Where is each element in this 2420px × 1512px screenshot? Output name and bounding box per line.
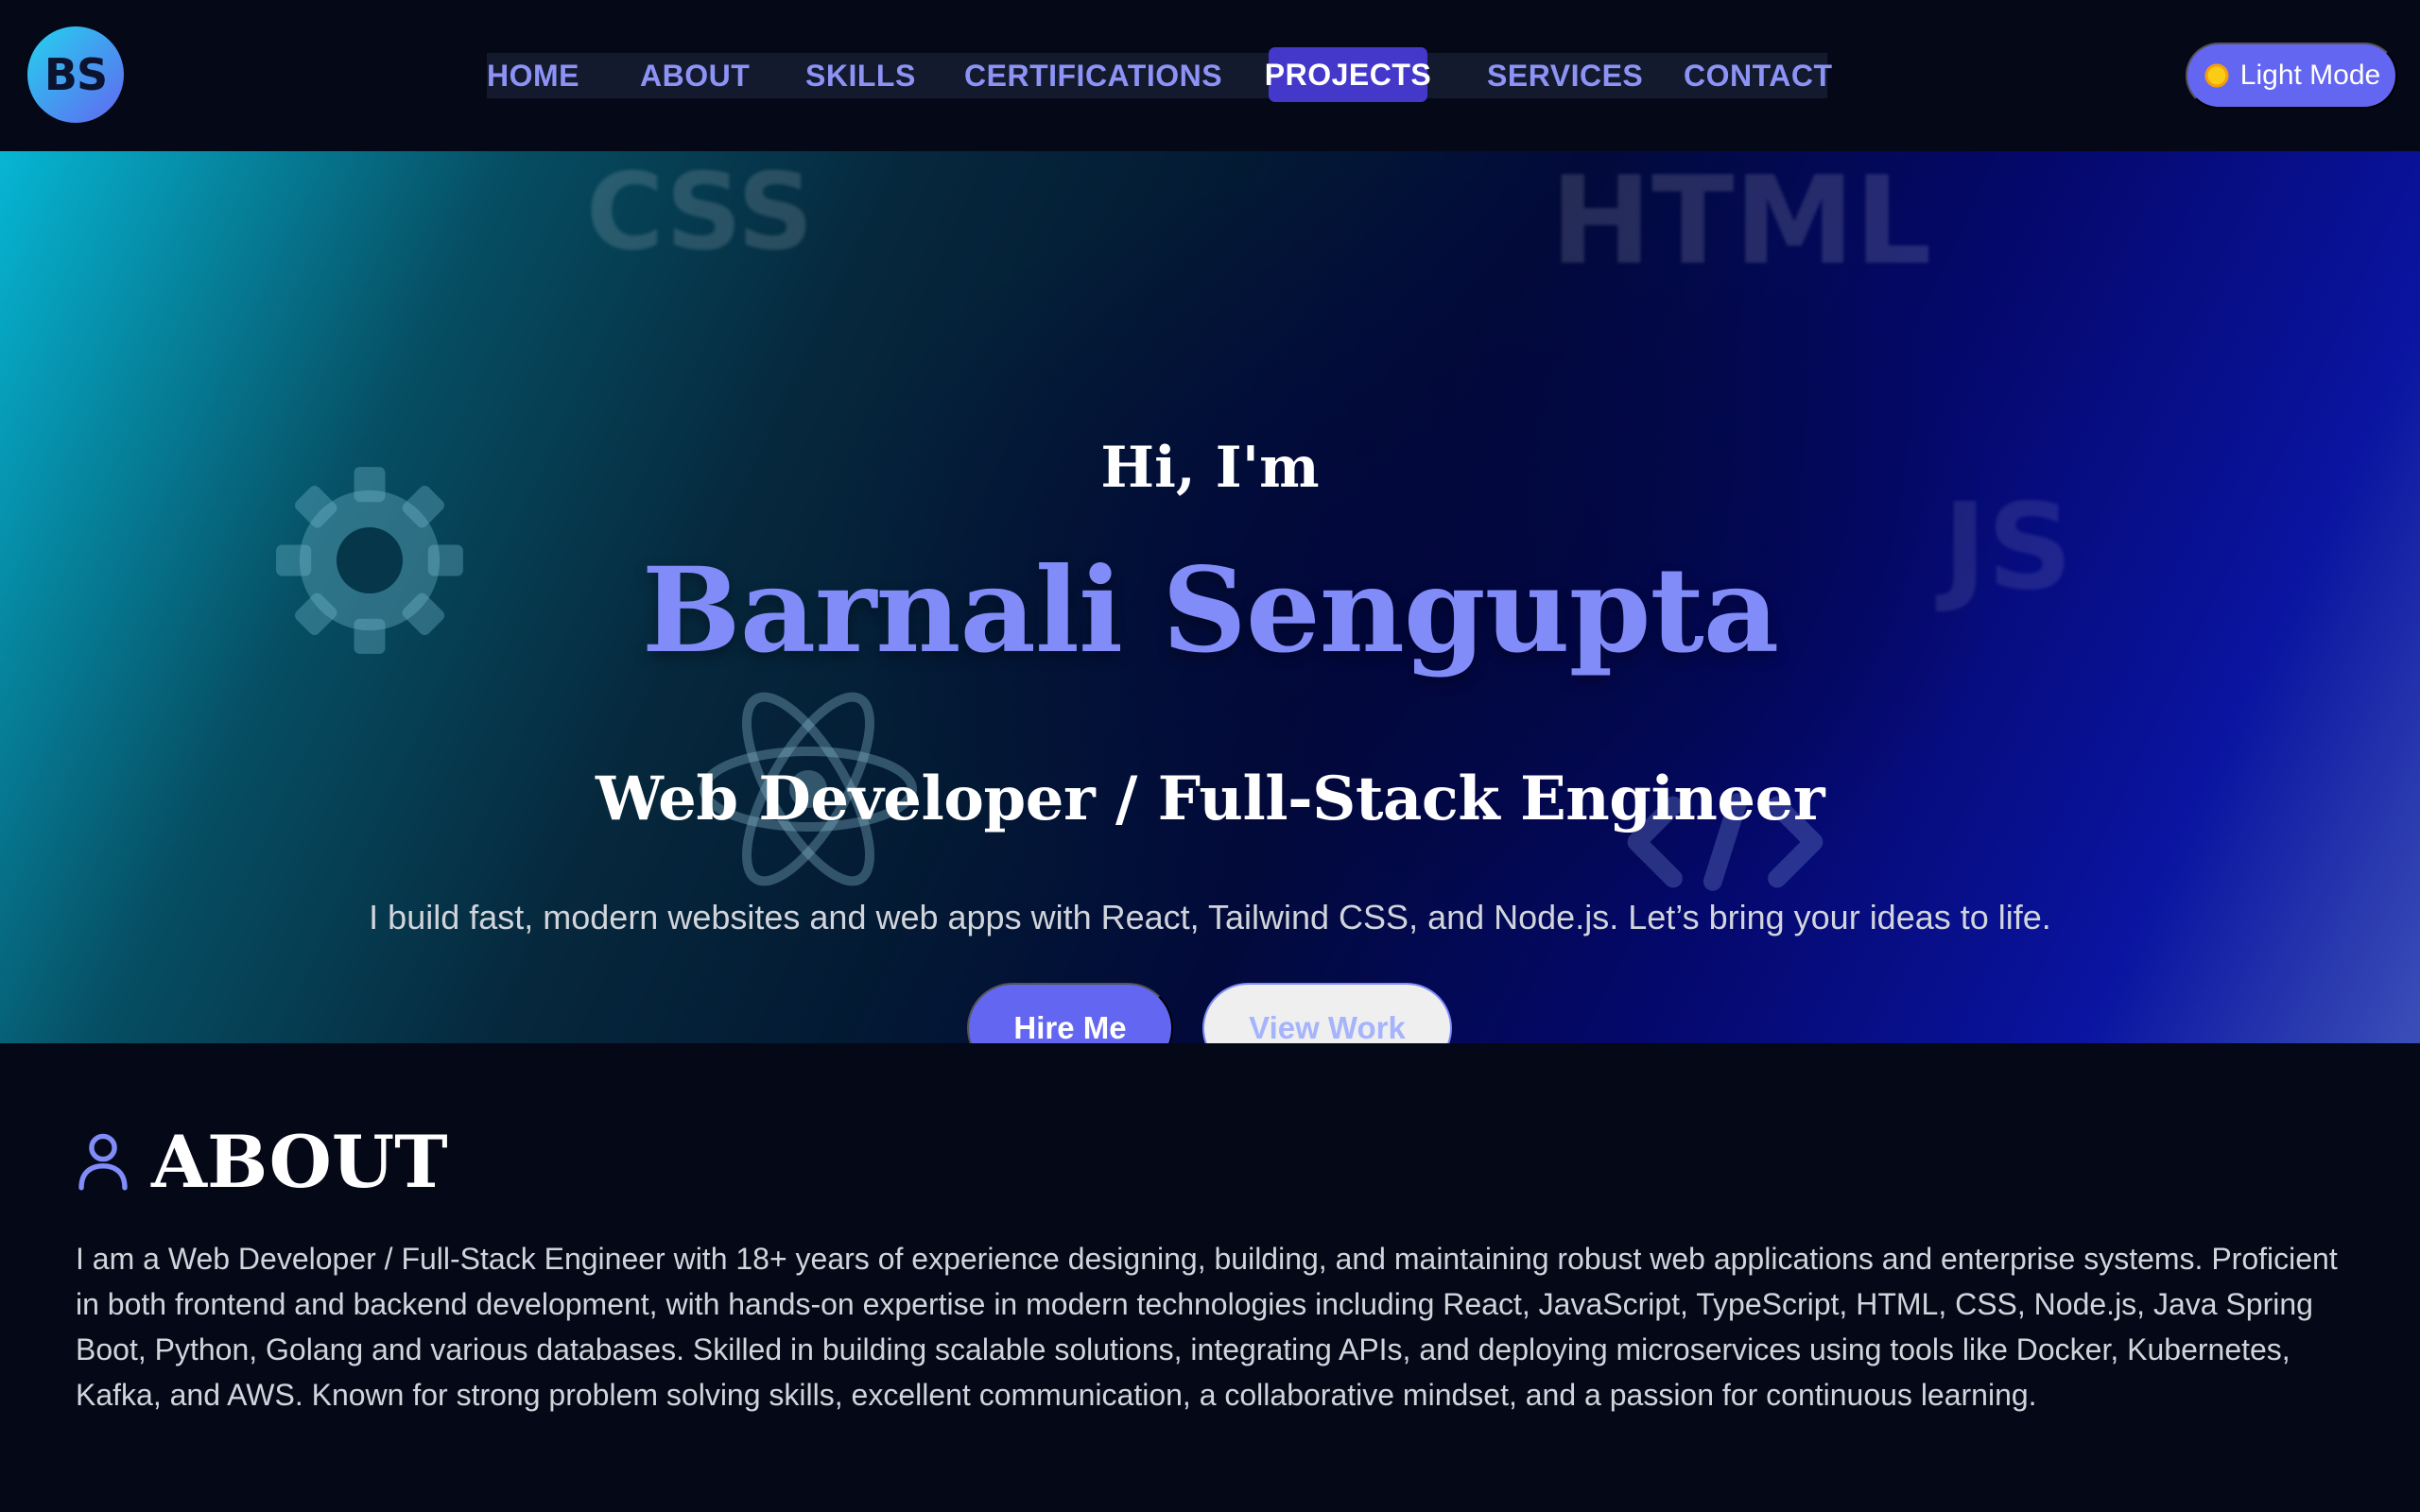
view-work-button[interactable]: View Work [1202,983,1452,1043]
hero-section: CSS HTML JS Hi, I'm Barnali Sengupta Web… [0,151,2420,1043]
logo[interactable]: BS [27,26,124,123]
nav-item-contact[interactable]: CONTACT [1684,49,1833,102]
hero-tagline: I build fast, modern websites and web ap… [369,898,2051,936]
hire-me-button[interactable]: Hire Me [967,983,1173,1043]
nav-item-about[interactable]: ABOUT [640,49,750,102]
navbar: BS HOME ABOUT SKILLS CERTIFICATIONS PROJ… [0,0,2420,151]
about-heading: ABOUT [76,1119,448,1204]
hero-name: Barnali Sengupta [641,542,1779,679]
about-title: ABOUT [151,1119,448,1204]
nav-item-home[interactable]: HOME [487,49,579,102]
hero-role: Web Developer / Full-Stack Engineer [595,764,1825,834]
theme-toggle-button[interactable]: Light Mode [2186,43,2397,109]
bg-word-html: HTML [1550,151,1932,292]
hero-greeting: Hi, I'm [1100,435,1320,501]
nav-item-certifications[interactable]: CERTIFICATIONS [964,49,1222,102]
about-paragraph: I am a Web Developer / Full-Stack Engine… [76,1242,2338,1412]
nav-item-skills[interactable]: SKILLS [805,49,916,102]
nav-item-services[interactable]: SERVICES [1487,49,1643,102]
user-icon [78,1133,128,1191]
theme-toggle-label: Light Mode [2239,60,2381,91]
bg-word-css: CSS [586,151,814,274]
nav-item-projects[interactable]: PROJECTS [1265,47,1431,102]
about-section: ABOUT I am a Web Developer / Full-Stack … [0,1043,2420,1512]
sun-icon [2202,61,2231,90]
